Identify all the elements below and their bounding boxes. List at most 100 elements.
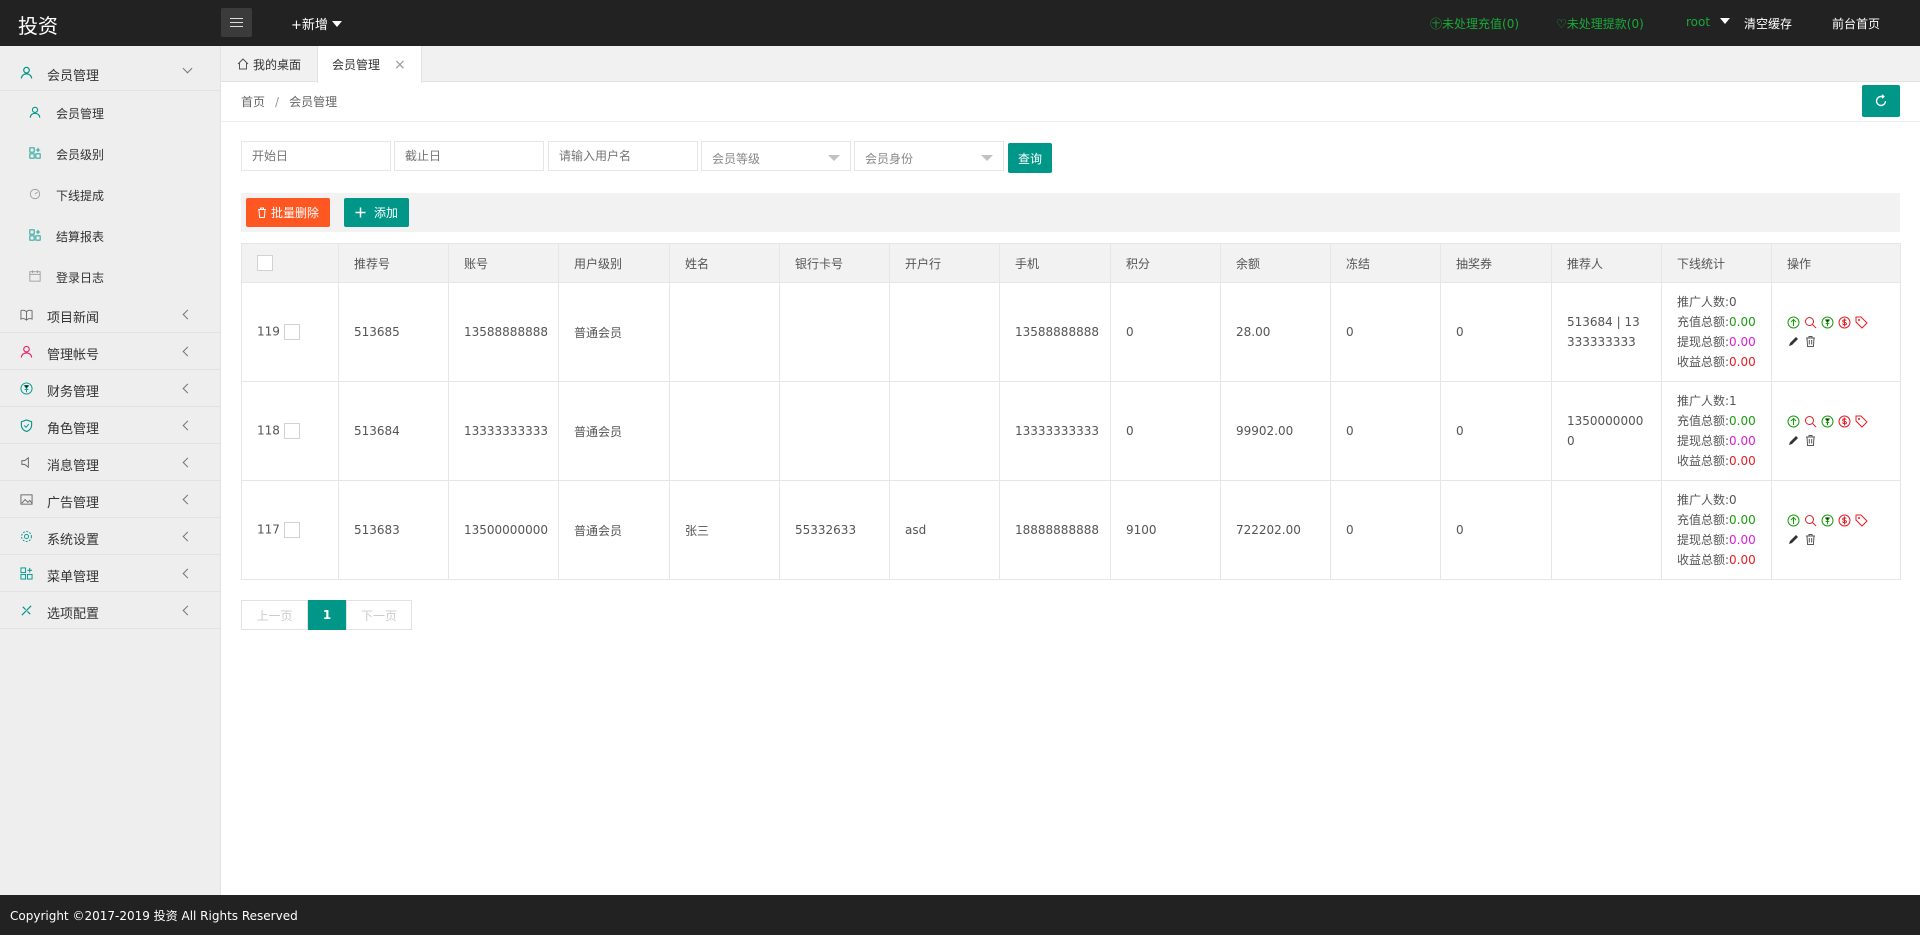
sidebar-group-options[interactable]: 选项配置: [0, 592, 221, 629]
sidebar-group-message[interactable]: 消息管理: [0, 444, 221, 481]
row-checkbox[interactable]: [283, 324, 300, 340]
username-input[interactable]: [548, 141, 698, 171]
start-date-input[interactable]: [241, 141, 391, 171]
withdraw-icon: ♡: [1556, 17, 1567, 31]
sidebar-group-label: 选项配置: [47, 607, 100, 622]
sidebar-group-menu[interactable]: 菜单管理: [0, 555, 221, 592]
stat-promoters: 推广人数:0: [1677, 490, 1756, 510]
sidebar-group-label: 消息管理: [47, 459, 100, 474]
clear-cache-link[interactable]: 清空缓存: [1744, 15, 1792, 32]
table-row: 117 513683 13500000000 普通会员 张三 55332633 asd 18…: [241, 480, 1901, 580]
user-menu[interactable]: root: [1686, 15, 1731, 29]
stat-promoters: 推广人数:0: [1677, 292, 1756, 312]
delete-icon[interactable]: [1804, 335, 1817, 348]
sidebar-item-member-level[interactable]: 会员级别: [0, 133, 221, 174]
stat-value: 0.00: [1729, 513, 1756, 527]
row-checkbox[interactable]: [283, 522, 300, 538]
up-arrow-icon[interactable]: [1787, 415, 1800, 428]
page-1-button[interactable]: 1: [308, 600, 346, 630]
sidebar-group-ads[interactable]: 广告管理: [0, 481, 221, 518]
close-icon[interactable]: ×: [394, 57, 406, 73]
add-button[interactable]: 添加: [344, 198, 409, 227]
edit-icon[interactable]: [1787, 335, 1800, 348]
pending-recharge-link[interactable]: ㊉未处理充值(0): [1430, 15, 1519, 32]
new-dropdown[interactable]: +新增: [291, 14, 342, 33]
sidebar-item-settlement-report[interactable]: 结算报表: [0, 215, 221, 256]
sidebar-item-login-log[interactable]: 登录日志: [0, 256, 221, 297]
yuan-icon[interactable]: [1821, 415, 1834, 428]
column-header: 推荐号: [338, 243, 449, 283]
tab-member-manage[interactable]: 会员管理 ×: [317, 46, 422, 83]
row-checkbox[interactable]: [283, 423, 300, 439]
sidebar-group-settings[interactable]: 系统设置: [0, 518, 221, 555]
chevron-left-icon: [182, 309, 193, 320]
prev-page-button[interactable]: 上一页: [241, 600, 308, 630]
search-icon[interactable]: [1804, 514, 1817, 527]
sidebar-item-downline-commission[interactable]: 下线提成: [0, 174, 221, 215]
menu-toggle-button[interactable]: [221, 8, 252, 37]
chevron-left-icon: [182, 420, 193, 431]
column-header: 开户行: [889, 243, 1000, 283]
actions: [1787, 316, 1885, 348]
column-header: 余额: [1220, 243, 1331, 283]
sidebar-group-label: 管理帐号: [47, 348, 100, 363]
stat-label: 充值总额:: [1677, 315, 1730, 329]
up-arrow-icon[interactable]: [1787, 514, 1800, 527]
sidebar-group-member[interactable]: 会员管理: [0, 54, 221, 91]
frozen-cell: 0: [1330, 381, 1441, 481]
referrer-cell: 513684 | 13333333333: [1551, 282, 1662, 382]
actions-row-2: [1787, 434, 1885, 447]
edit-icon[interactable]: [1787, 533, 1800, 546]
dollar-icon[interactable]: [1838, 514, 1851, 527]
referrer-cell: 13500000000: [1551, 381, 1662, 481]
stat-label: 收益总额:: [1677, 355, 1730, 369]
actions: [1787, 514, 1885, 546]
delete-icon[interactable]: [1804, 533, 1817, 546]
tag-icon[interactable]: [1855, 514, 1868, 527]
query-button[interactable]: 查询: [1008, 143, 1052, 173]
sidebar-group-admin[interactable]: 管理帐号: [0, 333, 221, 370]
yuan-icon[interactable]: [1821, 514, 1834, 527]
sidebar-group-role[interactable]: 角色管理: [0, 407, 221, 444]
actions-cell: [1771, 381, 1901, 481]
column-header: 银行卡号: [779, 243, 890, 283]
search-icon[interactable]: [1804, 316, 1817, 329]
dollar-icon[interactable]: [1838, 316, 1851, 329]
delete-icon[interactable]: [1804, 434, 1817, 447]
stat-value: 0: [1729, 295, 1737, 309]
table-header-row: 推荐号 账号 用户级别 姓名 银行卡号 开户行 手机 积分 余额 冻结 抽奖券 …: [241, 243, 1901, 283]
member-identity-select[interactable]: 会员身份: [854, 141, 1004, 171]
actions-cell: [1771, 480, 1901, 580]
actions-row-1: [1787, 316, 1885, 329]
end-date-input[interactable]: [394, 141, 544, 171]
front-home-link[interactable]: 前台首页: [1832, 15, 1880, 32]
member-level-select[interactable]: 会员等级: [701, 141, 851, 171]
actions-row-2: [1787, 533, 1885, 546]
sidebar-group-finance[interactable]: 财务管理: [0, 370, 221, 407]
edit-icon[interactable]: [1787, 434, 1800, 447]
stat-income: 收益总额:0.00: [1677, 550, 1756, 570]
stat-recharge: 充值总额:0.00: [1677, 510, 1756, 530]
batch-delete-button[interactable]: 批量删除: [246, 198, 330, 227]
breadcrumb-home[interactable]: 首页: [241, 95, 265, 109]
tab-bar: 我的桌面 会员管理 ×: [221, 46, 1920, 83]
pending-withdraw-link[interactable]: ♡未处理提款(0): [1556, 15, 1644, 32]
dollar-icon[interactable]: [1838, 415, 1851, 428]
stat-label: 充值总额:: [1677, 414, 1730, 428]
speaker-icon: [21, 456, 29, 469]
up-arrow-icon[interactable]: [1787, 316, 1800, 329]
points-cell: 0: [1110, 282, 1221, 382]
next-page-button[interactable]: 下一页: [346, 600, 412, 630]
tab-desktop[interactable]: 我的桌面: [221, 46, 317, 82]
stat-value: 0.00: [1729, 335, 1756, 349]
select-all-checkbox[interactable]: [257, 255, 273, 271]
search-icon[interactable]: [1804, 415, 1817, 428]
refresh-icon: [1875, 94, 1887, 107]
sidebar-item-member-manage[interactable]: 会员管理: [0, 92, 221, 133]
tag-icon[interactable]: [1855, 316, 1868, 329]
sidebar-group-news[interactable]: 项目新闻: [0, 296, 221, 333]
refresh-button[interactable]: [1862, 85, 1900, 117]
yuan-icon[interactable]: [1821, 316, 1834, 329]
recharge-link-label: 未处理充值(0): [1442, 17, 1520, 31]
tag-icon[interactable]: [1855, 415, 1868, 428]
